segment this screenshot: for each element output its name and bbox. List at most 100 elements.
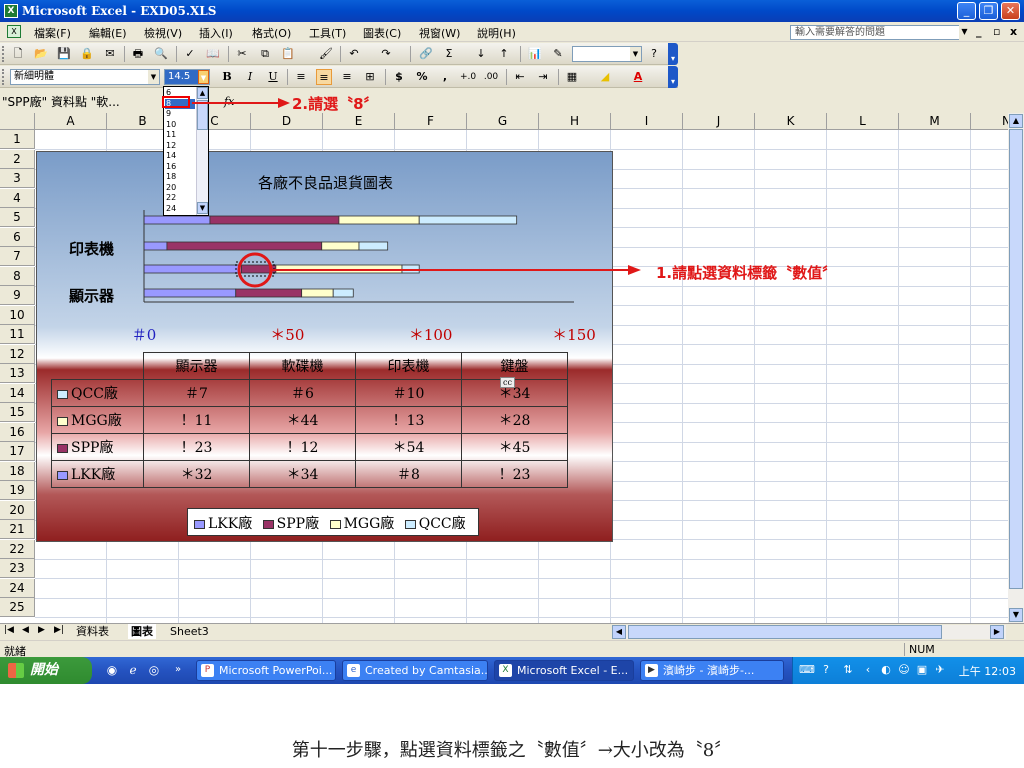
menu-file[interactable]: 檔案(F) — [34, 25, 71, 41]
font-size-option[interactable]: 22 — [166, 193, 176, 203]
autosum-icon[interactable]: Σ — [441, 46, 457, 62]
print-icon[interactable]: 🖶 — [130, 46, 146, 62]
open-icon[interactable]: 📂 — [33, 46, 49, 62]
decrease-indent-icon[interactable]: ⇤ — [512, 69, 528, 85]
sort-ascending-icon[interactable]: ↓ — [473, 46, 489, 62]
font-color-icon[interactable]: A — [630, 69, 646, 85]
row-header[interactable]: 23 — [0, 559, 35, 578]
row-header[interactable]: 17 — [0, 442, 35, 461]
toolbar-options-icon[interactable]: ▾ — [668, 43, 678, 65]
input-method-icon[interactable]: ◐ — [879, 663, 893, 677]
sheet-tab-chart[interactable]: 圖表 — [128, 624, 156, 639]
quicklaunch-more-icon[interactable]: » — [170, 662, 186, 678]
keyboard-icon[interactable]: ⌨ — [799, 663, 815, 677]
bar-segment[interactable] — [358, 241, 389, 251]
italic-button[interactable]: I — [242, 69, 258, 85]
scroll-up-icon[interactable]: ▲ — [197, 87, 208, 99]
workbook-icon[interactable]: X — [7, 25, 21, 38]
ie-icon[interactable]: ℯ — [125, 662, 141, 678]
column-header[interactable]: E — [323, 113, 395, 130]
scroll-down-icon[interactable]: ▼ — [197, 202, 208, 214]
spelling-icon[interactable]: ✓ — [182, 46, 198, 62]
close-button[interactable]: ✕ — [1001, 2, 1020, 20]
bar-segment[interactable] — [235, 288, 303, 298]
bar-segment[interactable] — [166, 241, 323, 251]
redo-icon[interactable]: ↷ — [378, 46, 394, 62]
hyperlink-icon[interactable]: 🔗 — [418, 46, 434, 62]
align-left-icon[interactable]: ≡ — [293, 69, 309, 85]
workbook-close-button[interactable]: x — [1010, 25, 1017, 38]
bar-segment[interactable] — [332, 288, 354, 298]
chevron-down-icon[interactable]: ▼ — [148, 70, 159, 84]
font-size-option[interactable]: 14 — [166, 151, 176, 161]
paste-icon[interactable]: 📋 — [280, 46, 296, 62]
row-header[interactable]: 16 — [0, 422, 35, 442]
chart-wizard-icon[interactable]: 📊 — [527, 46, 543, 62]
menu-window[interactable]: 視窗(W) — [419, 25, 460, 41]
plot-area[interactable]: ＃0 ＊50 ＊100 ＊150 — [37, 152, 613, 352]
menu-chart[interactable]: 圖表(C) — [363, 25, 401, 41]
bar-segment[interactable] — [401, 264, 420, 274]
excel-app-icon[interactable]: X — [4, 4, 18, 18]
font-size-option[interactable]: 11 — [166, 130, 176, 140]
dropdown-scrollbar[interactable]: ▲ ▼ — [196, 87, 208, 215]
cut-icon[interactable]: ✂ — [234, 46, 250, 62]
last-sheet-icon[interactable]: ▶| — [54, 625, 64, 635]
tray-expand-icon[interactable]: ‹ — [861, 663, 875, 677]
legend-item-qcc[interactable]: QCC廠 — [404, 516, 466, 532]
bar-segment[interactable] — [301, 288, 334, 298]
bar-segment[interactable] — [321, 241, 360, 251]
insert-function-button[interactable]: fx — [224, 95, 234, 108]
embedded-chart[interactable]: 各廠不良品退貨圖表 印表機 顯示器 ＃0 ＊50 ＊100 ＊150 顯示器 軟碟機 … — [36, 151, 613, 542]
task-camtasia[interactable]: e Created by Camtasia... — [342, 660, 488, 681]
scroll-right-icon[interactable]: ▶ — [990, 625, 1004, 639]
chevron-down-icon[interactable]: ▼ — [959, 25, 970, 40]
row-header[interactable]: 21 — [0, 520, 35, 539]
bar-segment[interactable] — [143, 264, 242, 274]
fill-color-icon[interactable]: ◢ — [597, 69, 613, 85]
scroll-up-icon[interactable]: ▲ — [1009, 114, 1023, 128]
menu-tools[interactable]: 工具(T) — [309, 25, 346, 41]
sort-descending-icon[interactable]: ↑ — [496, 46, 512, 62]
menu-edit[interactable]: 編輯(E) — [89, 25, 127, 41]
print-preview-icon[interactable]: 🔍 — [153, 46, 169, 62]
font-size-option[interactable]: 9 — [166, 109, 171, 119]
merge-center-icon[interactable]: ⊞ — [362, 69, 378, 85]
row-header[interactable]: 14 — [0, 383, 35, 403]
column-header[interactable]: J — [683, 113, 755, 130]
menu-insert[interactable]: 插入(I) — [199, 25, 233, 41]
save-icon[interactable]: 💾 — [56, 46, 72, 62]
bar-segment[interactable] — [143, 241, 168, 251]
toolbar-grip[interactable] — [2, 46, 5, 62]
row-header[interactable]: 19 — [0, 481, 35, 500]
row-header[interactable]: 18 — [0, 461, 35, 481]
column-header[interactable]: G — [467, 113, 539, 130]
chevron-down-icon[interactable]: ▼ — [198, 70, 209, 84]
row-header[interactable]: 8 — [0, 266, 35, 286]
increase-indent-icon[interactable]: ⇥ — [535, 69, 551, 85]
zoom-combo[interactable]: ▼ — [572, 46, 642, 62]
font-size-option[interactable]: 16 — [166, 162, 176, 172]
vertical-scrollbar[interactable]: ▲ ▼ — [1008, 113, 1024, 623]
security-icon[interactable]: ✈ — [933, 663, 947, 677]
research-icon[interactable]: 📖 — [205, 46, 221, 62]
row-header[interactable]: 22 — [0, 539, 35, 559]
email-icon[interactable]: ✉ — [102, 46, 118, 62]
bold-button[interactable]: B — [219, 69, 235, 85]
permission-icon[interactable]: 🔒 — [79, 46, 95, 62]
column-header[interactable]: N — [971, 113, 1008, 130]
bar-segment[interactable] — [143, 215, 211, 225]
bar-segment[interactable] — [418, 215, 518, 225]
chart-data-table[interactable]: 顯示器 軟碟機 印表機 鍵盤 cc QCC廠 ＃7 ＃6 ＃10 ＊34 MGG廠 ！11 ＊4… — [51, 352, 568, 488]
row-header[interactable]: 3 — [0, 169, 35, 188]
messenger-icon[interactable]: ☺ — [897, 663, 911, 677]
font-size-option[interactable]: 12 — [166, 141, 176, 151]
menu-format[interactable]: 格式(O) — [252, 25, 291, 41]
help-icon[interactable]: ? — [646, 46, 662, 62]
sheet-tab-sheet3[interactable]: Sheet3 — [170, 624, 209, 639]
bar-segment[interactable] — [209, 215, 340, 225]
row-header[interactable]: 4 — [0, 188, 35, 208]
legend-item-lkk[interactable]: LKK廠 — [194, 516, 252, 532]
column-header[interactable]: A — [35, 113, 107, 130]
increase-decimal-icon[interactable]: +.0 — [460, 69, 476, 85]
